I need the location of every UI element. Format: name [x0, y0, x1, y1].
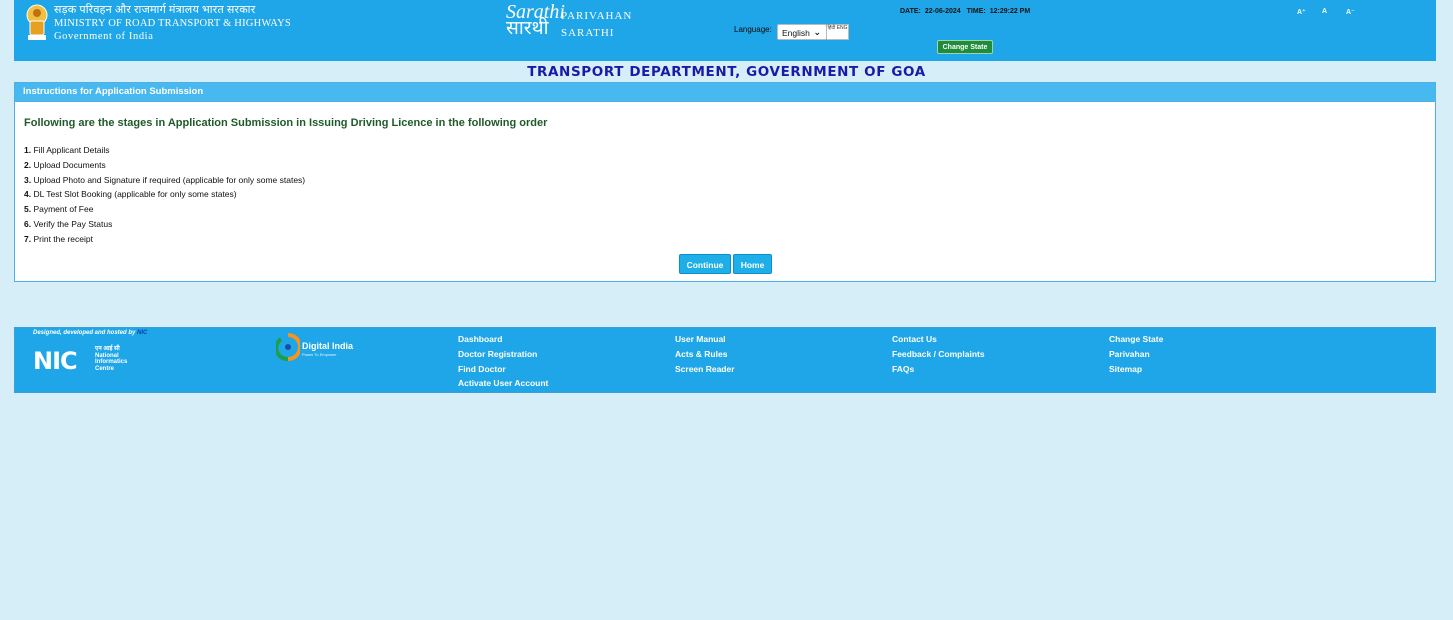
list-item: 6. Verify the Pay Status: [24, 217, 305, 232]
panel-heading: Instructions for Application Submission: [15, 83, 1435, 102]
step-text: Verify the Pay Status: [31, 218, 113, 229]
footer: Designed, developed and hosted by NIC NI…: [14, 327, 1436, 393]
nic-logo-caption: एन आई सी National Informatics Centre: [95, 346, 127, 372]
step-text: Upload Photo and Signature if required (…: [31, 174, 306, 185]
ministry-block: सड़क परिवहन और राजमार्ग मंत्रालय भारत सर…: [54, 4, 291, 43]
instructions-panel: Instructions for Application Submission …: [14, 82, 1436, 282]
footer-link-acts-rules[interactable]: Acts & Rules: [675, 347, 735, 362]
footer-link-faqs[interactable]: FAQs: [892, 362, 985, 377]
digital-india-subtext: Power To Empower: [302, 352, 337, 357]
nic-line3: Centre: [95, 365, 115, 372]
nic-line2: Informatics: [95, 359, 128, 365]
footer-link-screen-reader[interactable]: Screen Reader: [675, 362, 735, 377]
digital-india-text: Digital India: [302, 341, 354, 351]
date-value: 22-06-2024: [924, 8, 961, 15]
digital-india-icon: [276, 333, 300, 361]
list-item: 7. Print the receipt: [24, 232, 305, 247]
change-state-button[interactable]: Change State: [937, 40, 993, 54]
step-text: Print the receipt: [31, 233, 93, 244]
date-label: DATE:: [900, 8, 921, 15]
footer-link-sitemap[interactable]: Sitemap: [1109, 362, 1163, 377]
home-button[interactable]: Home: [733, 254, 772, 274]
nic-link[interactable]: NIC: [137, 330, 147, 336]
font-normal-button[interactable]: A: [1322, 8, 1327, 15]
sarathi-logo: Sarathi सारथी: [506, 2, 565, 42]
steps-list: 1. Fill Applicant Details 2. Upload Docu…: [24, 143, 305, 247]
font-increase-button[interactable]: A⁺: [1297, 8, 1306, 16]
nic-logo[interactable]: NIC एन आई सी National Informatics Centre: [33, 345, 143, 375]
date-time: DATE: 22-06-2024 TIME: 12:29:22 PM: [900, 8, 1034, 15]
ministry-hindi: सड़क परिवहन और राजमार्ग मंत्रालय भारत सर…: [54, 4, 256, 16]
footer-link-contact-us[interactable]: Contact Us: [892, 332, 985, 347]
national-emblem-icon: [26, 4, 48, 40]
footer-links-col4: Change State Parivahan Sitemap: [1109, 332, 1163, 376]
brand-parivahan: PARIVAHAN: [561, 10, 633, 22]
header-bar: सड़क परिवहन और राजमार्ग मंत्रालय भारत सर…: [14, 0, 1436, 61]
list-item: 4. DL Test Slot Booking (applicable for …: [24, 187, 305, 202]
list-item: 3. Upload Photo and Signature if require…: [24, 173, 305, 188]
list-item: 1. Fill Applicant Details: [24, 143, 305, 158]
step-text: Fill Applicant Details: [31, 145, 110, 155]
step-text: Upload Documents: [31, 159, 106, 170]
step-text: Payment of Fee: [31, 204, 94, 215]
list-item: 2. Upload Documents: [24, 158, 305, 173]
designed-by-text: Designed, developed and hosted by: [33, 330, 136, 336]
footer-link-user-manual[interactable]: User Manual: [675, 332, 735, 347]
time-value: 12:29:22 PM: [989, 8, 1031, 15]
footer-link-change-state[interactable]: Change State: [1109, 332, 1163, 347]
footer-link-find-doctor[interactable]: Find Doctor: [458, 362, 548, 377]
brand-sarathi: SARATHI: [561, 27, 615, 39]
chevron-down-icon: ⌄: [813, 27, 821, 37]
language-badge-icon: हिंदी ENG: [827, 24, 849, 40]
government-of-india: Government of India: [54, 31, 154, 42]
ministry-english: MINISTRY OF ROAD TRANSPORT & HIGHWAYS: [54, 18, 291, 29]
time-label: TIME:: [966, 8, 986, 15]
nic-logo-text: NIC: [33, 347, 78, 375]
digital-india-logo[interactable]: Digital India Power To Empower: [276, 331, 366, 361]
language-label: Language:: [734, 25, 772, 34]
footer-link-feedback[interactable]: Feedback / Complaints: [892, 347, 985, 362]
footer-link-doctor-registration[interactable]: Doctor Registration: [458, 347, 548, 362]
footer-links-col2: User Manual Acts & Rules Screen Reader: [675, 332, 735, 376]
footer-links-col1: Dashboard Doctor Registration Find Docto…: [458, 332, 548, 391]
brand-text: PARIVAHAN SARATHI: [561, 8, 632, 42]
footer-link-activate-user-account[interactable]: Activate User Account: [458, 376, 548, 391]
language-select[interactable]: English ⌄: [777, 24, 827, 40]
step-text: DL Test Slot Booking (applicable for onl…: [31, 189, 237, 200]
designed-by: Designed, developed and hosted by NIC: [33, 330, 147, 336]
footer-link-dashboard[interactable]: Dashboard: [458, 332, 548, 347]
list-item: 5. Payment of Fee: [24, 202, 305, 217]
sarathi-logo-hindi: सारथी: [506, 18, 549, 39]
footer-links-col3: Contact Us Feedback / Complaints FAQs: [892, 332, 985, 376]
page-title: TRANSPORT DEPARTMENT, GOVERNMENT OF GOA: [527, 64, 926, 80]
font-decrease-button[interactable]: A⁻: [1346, 8, 1355, 16]
footer-link-parivahan[interactable]: Parivahan: [1109, 347, 1163, 362]
continue-button[interactable]: Continue: [679, 254, 731, 274]
stages-heading: Following are the stages in Application …: [24, 117, 548, 129]
language-value: English: [782, 28, 810, 38]
